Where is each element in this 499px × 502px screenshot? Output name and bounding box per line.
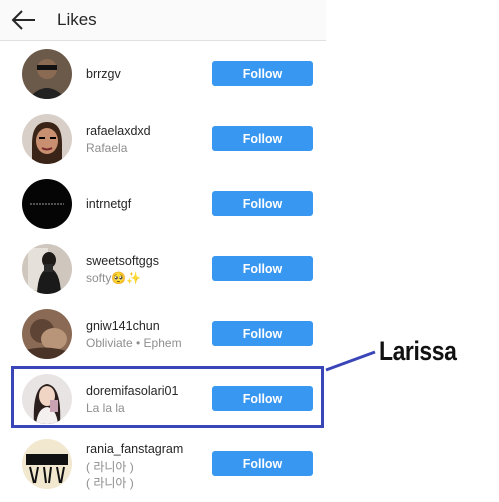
annotation-connector-line <box>325 350 376 372</box>
annotation-label: Larissa <box>379 336 457 366</box>
